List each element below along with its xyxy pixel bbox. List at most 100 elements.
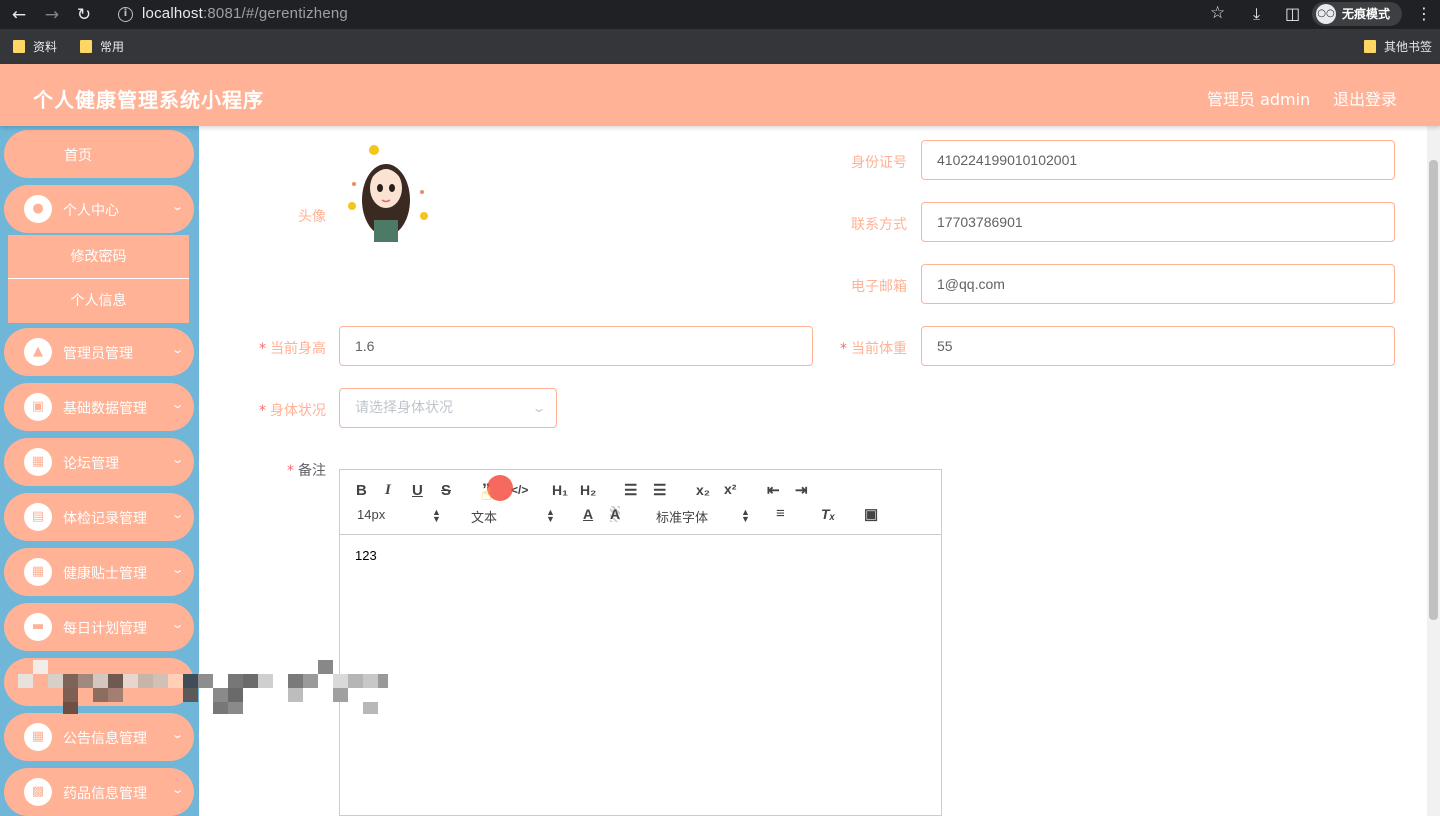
sidebar-subitem-personal-info[interactable]: 个人信息 xyxy=(8,279,189,323)
forward-icon[interactable]: → xyxy=(41,4,63,26)
bookmarks-bar: 资料 常用 其他书签 xyxy=(0,29,1440,64)
weight-label: * 当前体重 xyxy=(840,338,907,358)
required-mark: * xyxy=(287,463,294,479)
admin-icon: ▲ xyxy=(24,338,52,366)
strike-icon[interactable]: S xyxy=(441,482,451,499)
menu-kebab-icon[interactable]: ⋮ xyxy=(1416,4,1432,23)
sidebar-item-admin[interactable]: ▲ 管理员管理 ⌄ xyxy=(4,328,194,376)
subscript-icon[interactable]: x₂ xyxy=(696,482,710,498)
sidebar-item-checkup[interactable]: ▤ 体检记录管理 ⌄ xyxy=(4,493,194,541)
sidebar-item-label: 个人中心 xyxy=(63,203,119,219)
email-label: 电子邮箱 xyxy=(851,279,907,295)
email-field[interactable]: 1@qq.com xyxy=(921,264,1395,304)
avatar-label: 头像 xyxy=(298,209,326,225)
underline-icon[interactable]: U xyxy=(412,482,423,499)
id-field[interactable]: 410224199010102001 xyxy=(921,140,1395,180)
sidebar-item-daily-plan[interactable]: ▬ 每日计划管理 ⌄ xyxy=(4,603,194,651)
bookmark-folder[interactable]: 资料 xyxy=(13,39,57,55)
sidebar-item-forum[interactable]: ▦ 论坛管理 ⌄ xyxy=(4,438,194,486)
heading2-icon[interactable]: H₂ xyxy=(580,482,596,498)
info-icon[interactable]: i xyxy=(118,7,133,22)
font-family-select[interactable]: 标准字体 ▲ ▼ xyxy=(656,507,751,526)
sidebar-item-medicine[interactable]: ▩ 药品信息管理 ⌄ xyxy=(4,768,194,816)
ordered-list-icon[interactable]: ☰ xyxy=(624,481,637,499)
bookmark-label: 其他书签 xyxy=(1384,40,1433,54)
code-block-icon[interactable]: </> xyxy=(511,483,528,497)
sidebar-item-label: 每日计划管理 xyxy=(63,621,147,637)
page-scrollbar[interactable] xyxy=(1427,126,1440,816)
avatar[interactable] xyxy=(340,140,432,242)
chart-icon: ▤ xyxy=(24,503,52,531)
sidebar-subitem-change-password[interactable]: 修改密码 xyxy=(8,235,189,279)
sidebar-item-label: 体检记录管理 xyxy=(63,511,147,527)
heading1-icon[interactable]: H₁ xyxy=(552,482,568,498)
grid-icon: ▦ xyxy=(24,723,52,751)
required-mark: * xyxy=(259,341,266,357)
logout-link[interactable]: 退出登录 xyxy=(1333,86,1397,110)
user-label: 管理员 admin xyxy=(1207,90,1311,109)
sidebar-item-announcement[interactable]: ▦ 公告信息管理 ⌄ xyxy=(4,713,194,761)
indent-icon[interactable]: ⇥ xyxy=(795,481,808,499)
bold-icon[interactable]: B xyxy=(356,482,367,499)
hand-cursor-icon: ☝ xyxy=(481,484,492,505)
download-icon[interactable]: ⤓ xyxy=(1253,4,1260,24)
updown-icon: ▲ ▼ xyxy=(432,507,441,524)
chevron-down-icon: ⌄ xyxy=(531,401,547,415)
chevron-down-icon: ⌄ xyxy=(170,728,185,741)
bookmark-folder[interactable]: 常用 xyxy=(80,39,124,55)
sidebar-item-label: 管理员管理 xyxy=(63,346,133,362)
other-bookmarks[interactable]: 其他书签 xyxy=(1364,39,1432,55)
clear-format-icon[interactable]: Tₓ xyxy=(821,506,835,522)
font-size-select[interactable]: 14px ▲ ▼ xyxy=(357,507,442,524)
incognito-label: 无痕模式 xyxy=(1342,7,1391,21)
image-icon[interactable]: ▣ xyxy=(864,505,878,523)
sidebar-item-basic-data[interactable]: ▣ 基础数据管理 ⌄ xyxy=(4,383,194,431)
incognito-icon: ○○ xyxy=(1316,4,1336,24)
grid-icon: ▦ xyxy=(24,448,52,476)
phone-label: 联系方式 xyxy=(851,217,907,233)
grid-icon: ▦ xyxy=(24,558,52,586)
sidebar-item-label: 健康贴士管理 xyxy=(63,566,147,582)
chevron-down-icon: ⌄ xyxy=(170,398,185,411)
bullet-list-icon[interactable]: ☰ xyxy=(653,481,666,499)
outdent-icon[interactable]: ⇤ xyxy=(767,481,780,499)
status-select[interactable]: 请选择身体状况 ⌄ xyxy=(339,388,557,428)
reload-icon[interactable]: ↻ xyxy=(73,4,95,26)
text-type-select[interactable]: 文本 ▲ ▼ xyxy=(471,507,556,526)
bookmark-star-icon[interactable]: ☆ xyxy=(1210,3,1225,23)
font-color-icon[interactable]: A xyxy=(583,506,593,522)
address-bar[interactable]: i localhost:8081/#/gerentizheng ☆ xyxy=(108,1,1238,28)
phone-field[interactable]: 17703786901 xyxy=(921,202,1395,242)
browser-chrome: ← → ↻ i localhost:8081/#/gerentizheng ☆ … xyxy=(0,0,1440,64)
id-label: 身份证号 xyxy=(851,155,907,171)
sidepanel-icon[interactable]: ◫ xyxy=(1285,4,1300,23)
sidebar-item-label: 首页 xyxy=(64,148,92,164)
text-type-value: 文本 xyxy=(471,510,498,525)
sidebar-item-health-tips[interactable]: ▦ 健康贴士管理 ⌄ xyxy=(4,548,194,596)
font-size-value: 14px xyxy=(357,507,386,522)
italic-icon[interactable]: I xyxy=(385,482,391,499)
background-color-icon[interactable]: A xyxy=(610,506,621,522)
sidebar-item-home[interactable]: 首页 xyxy=(4,130,194,178)
app-header: 个人健康管理系统小程序 管理员 admin 退出登录 xyxy=(0,64,1440,126)
status-placeholder: 请选择身体状况 xyxy=(355,400,453,416)
align-icon[interactable]: ≡ xyxy=(776,505,785,522)
editor-content[interactable]: 123 xyxy=(355,548,377,563)
chevron-down-icon: ⌄ xyxy=(170,453,185,466)
incognito-badge[interactable]: ○○ 无痕模式 xyxy=(1312,2,1402,26)
sidebar-item-personal-center[interactable]: ● 个人中心 ⌄ xyxy=(4,185,194,233)
required-mark: * xyxy=(840,341,847,357)
monitor-icon: ▣ xyxy=(24,393,52,421)
height-label-text: 当前身高 xyxy=(270,341,326,357)
scrollbar-thumb[interactable] xyxy=(1429,160,1438,620)
sidebar-item-label: 论坛管理 xyxy=(63,456,119,472)
height-label: * 当前身高 xyxy=(259,338,326,358)
height-field[interactable]: 1.6 xyxy=(339,326,813,366)
chevron-down-icon: ⌄ xyxy=(170,508,185,521)
back-icon[interactable]: ← xyxy=(8,4,30,26)
status-label: * 身体状况 xyxy=(259,400,326,420)
superscript-icon[interactable]: x² xyxy=(724,481,736,497)
folder-icon xyxy=(13,40,25,53)
weight-field[interactable]: 55 xyxy=(921,326,1395,366)
rich-text-editor[interactable]: B I U S ” </> H₁ H₂ ☰ ☰ x₂ x² ⇤ ⇥ 14px ▲… xyxy=(339,469,942,816)
